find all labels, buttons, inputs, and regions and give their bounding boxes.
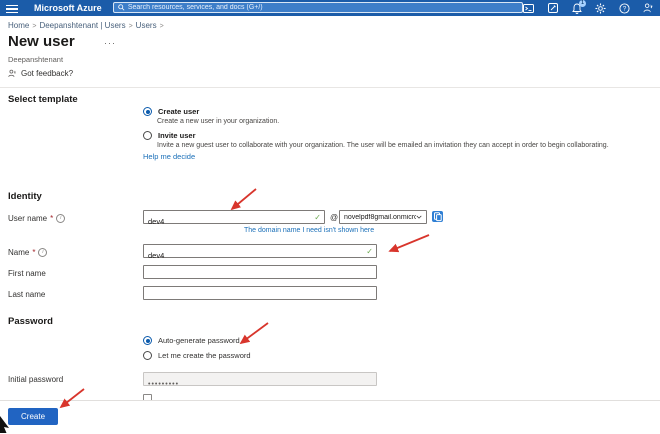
more-options-icon[interactable]: ··· [104,38,116,48]
hamburger-menu-icon[interactable] [6,3,18,14]
initial-password-field [143,372,377,391]
svg-text:?: ? [623,5,627,12]
select-template-heading: Select template [8,94,78,105]
required-asterisk: * [50,214,54,223]
radio-create-user[interactable] [143,107,152,116]
info-icon[interactable]: i [38,248,48,257]
user-name-field[interactable]: ✓ [143,210,325,228]
global-search[interactable] [113,2,523,13]
help-me-decide-link[interactable]: Help me decide [143,152,195,161]
feedback-icon[interactable] [643,3,654,14]
cloud-shell-icon[interactable] [523,3,534,14]
search-input[interactable] [127,4,518,11]
breadcrumb: Home > Deepanshtenant | Users > Users > [8,21,164,30]
chevron-down-icon [416,215,422,219]
breadcrumb-tenant-users[interactable]: Deepanshtenant | Users [39,21,125,30]
command-footer: Create [0,400,660,434]
initial-password-input [144,378,376,391]
password-option-create-own[interactable]: Let me create the password [143,351,251,360]
radio-autogenerate-password[interactable] [143,336,152,345]
user-name-label: User name * i [8,214,66,223]
search-icon [118,4,125,11]
create-own-password-label: Let me create the password [158,351,251,360]
create-button[interactable]: Create [8,408,59,425]
breadcrumb-home[interactable]: Home [8,21,29,30]
arrow-name [388,234,430,253]
notifications-bell-icon[interactable]: 1 [571,0,586,14]
got-feedback-label: Got feedback? [21,69,74,78]
page-subtitle: Deepanshtenant [8,55,64,64]
domain-selected-value: novelpdf8gmail.onmicros... [344,213,416,221]
arrow-autogenerate [239,322,269,345]
radio-invite-user[interactable] [143,131,152,140]
copilot-icon[interactable] [547,3,558,14]
identity-heading: Identity [8,191,42,202]
azure-top-bar: Microsoft Azure 1 ? [0,0,660,16]
feedback-smiley-icon [8,69,17,77]
got-feedback-button[interactable]: Got feedback? [8,69,73,78]
first-name-field[interactable] [143,265,377,283]
name-label: Name * i [8,248,48,257]
name-field[interactable]: ✓ [143,244,377,262]
valid-check-icon: ✓ [366,247,373,256]
page-title: New user [8,33,75,50]
password-option-autogenerate[interactable]: Auto-generate password [143,336,240,345]
last-name-input[interactable] [144,291,376,304]
autogenerate-password-label: Auto-generate password [158,336,240,345]
user-name-input[interactable] [144,215,324,228]
create-user-description: Create a new user in your organization. [157,118,280,125]
create-user-label: Create user [158,107,200,116]
domain-not-shown-link[interactable]: The domain name I need isn't shown here [244,227,374,234]
at-sign: @ [330,213,339,222]
radio-create-own-password[interactable] [143,351,152,360]
domain-dropdown[interactable]: novelpdf8gmail.onmicros... [339,210,427,224]
help-icon[interactable]: ? [619,2,630,14]
invite-user-description: Invite a new guest user to collaborate w… [157,142,609,149]
template-option-create-user[interactable]: Create user [143,107,199,116]
password-heading: Password [8,316,53,327]
invite-user-label: Invite user [158,131,196,140]
settings-gear-icon[interactable] [595,2,606,14]
first-name-label: First name [8,269,46,278]
info-icon[interactable]: i [56,214,66,223]
header-divider [0,87,660,88]
breadcrumb-users[interactable]: Users [136,21,157,30]
name-input[interactable] [144,249,376,262]
last-name-label: Last name [8,290,46,299]
valid-check-icon: ✓ [314,213,321,222]
copy-icon[interactable] [431,210,444,223]
azure-brand[interactable]: Microsoft Azure [34,3,102,13]
required-asterisk: * [32,248,36,257]
template-option-invite-user[interactable]: Invite user [143,131,196,140]
initial-password-label: Initial password [8,375,64,384]
first-name-input[interactable] [144,270,376,283]
notification-count-badge: 1 [579,0,586,7]
arrow-user-name [230,188,257,211]
last-name-field[interactable] [143,286,377,304]
